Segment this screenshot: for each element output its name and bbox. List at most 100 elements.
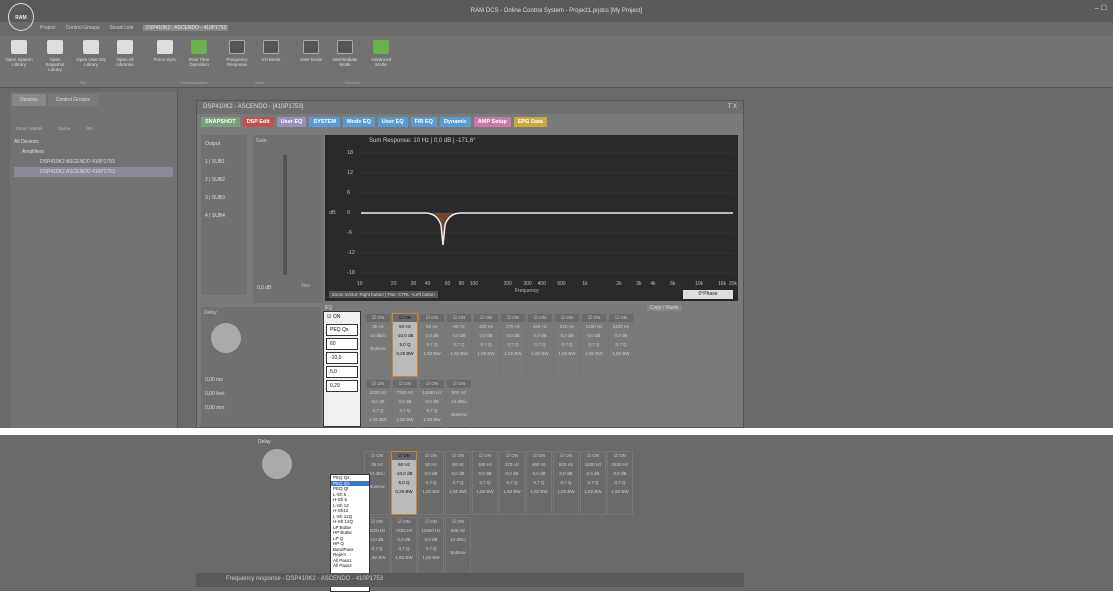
band-on-checkbox[interactable]: ☑ ON — [555, 314, 579, 322]
band-on-checkbox[interactable]: ☑ ON — [324, 312, 360, 322]
band-on-checkbox[interactable]: ☑ ON — [500, 452, 524, 460]
dsp-tab-5[interactable]: User EQ — [377, 117, 408, 127]
eq-band-6[interactable]: ☑ ON 270 Hz 0,0 dB 0,7 Q 1,92 BW — [500, 313, 526, 377]
delay-mm-value[interactable]: 0,00 — [205, 405, 215, 411]
delay-knob[interactable] — [211, 323, 241, 353]
band-on-checkbox[interactable]: ☑ ON — [420, 380, 444, 388]
phase-button[interactable]: 0°Phase — [683, 290, 733, 299]
delay-feet-value[interactable]: 0,00 — [205, 391, 215, 397]
band-on-checkbox[interactable]: ☑ ON — [366, 380, 390, 388]
eq-band-3[interactable]: ☑ ON 50 Hz 0,0 dB 0,7 Q 1,92 BW — [418, 451, 444, 515]
eq-band-9[interactable]: ☑ ON 1400 Hz 0,0 dB 0,7 Q 1,92 BW — [581, 313, 607, 377]
eq-band-13[interactable]: ☑ ON 12680 Hz 0,0 dB 0,7 Q 1,92 BW — [418, 517, 444, 581]
band-on-checkbox[interactable]: ☑ ON — [609, 314, 633, 322]
intermediate-mode-button[interactable]: Intermediate Mode — [330, 40, 360, 67]
vu-mode-button[interactable]: VU Mode — [256, 40, 286, 62]
tab-devices[interactable]: Devices — [12, 94, 46, 106]
tree-amplifiers[interactable]: Amplifiers — [14, 147, 173, 157]
dropdown-option[interactable]: All Pass2 — [331, 563, 369, 569]
tab-control-groups[interactable]: Control Groups — [47, 94, 98, 106]
menu-device-tab[interactable]: DSP410K2 - ASCENDO - 410P1753 — [143, 25, 229, 31]
dsp-tab-8[interactable]: AMP Setup — [473, 117, 511, 127]
output-3[interactable]: 3 | SUB3 — [201, 189, 247, 207]
eq-band-10[interactable]: ☑ ON 2430 Hz 0,0 dB 0,7 Q 1,92 BW — [607, 451, 633, 515]
band-on-checkbox[interactable]: ☑ ON — [447, 380, 471, 388]
q-input[interactable]: 5,0 — [326, 366, 358, 378]
eq-band-2[interactable]: ☑ ON 60 Hz -10,0 dB 5,0 Q 0,29 BW — [392, 313, 418, 377]
filter-type-select[interactable]: PEQ Qs — [326, 324, 358, 336]
eq-band-9[interactable]: ☑ ON 1400 Hz 0,0 dB 0,7 Q 1,92 BW — [580, 451, 606, 515]
delay-ms-value[interactable]: 0,00 — [205, 377, 215, 383]
force-sync-button[interactable]: Force Sync — [150, 40, 180, 62]
eq-band-8[interactable]: ☑ ON 810 Hz 0,0 dB 0,7 Q 1,92 BW — [553, 451, 579, 515]
eq-band-14[interactable]: ☑ ON 500 Hz 24 dB/o Butterw — [446, 379, 472, 428]
eq-band-4[interactable]: ☑ ON 90 Hz 0,0 dB 0,7 Q 1,92 BW — [446, 313, 472, 377]
frequency-response-button[interactable]: Frequency Response — [222, 40, 252, 67]
dsp-tab-4[interactable]: Mode EQ — [343, 117, 375, 127]
menu-smart-link[interactable]: Smart Link — [109, 25, 133, 31]
frequency-graph[interactable]: Sum Response: 10 Hz | 0,0 dB | -171,6° 1… — [325, 135, 738, 301]
delay-knob-2[interactable] — [262, 449, 292, 479]
open-system-library-button[interactable]: Open System Library — [4, 40, 34, 67]
dsp-tab-9[interactable]: EPG Data — [513, 117, 547, 127]
band-on-checkbox[interactable]: ☑ ON — [608, 452, 632, 460]
eq-band-14[interactable]: ☑ ON 500 Hz 24 dB/o Butterw — [445, 517, 471, 581]
output-4[interactable]: 4 | SUB4 — [201, 207, 247, 225]
eq-band-12[interactable]: ☑ ON 7320 Hz 0,0 dB 0,7 Q 1,92 BW — [392, 379, 418, 428]
freq-input[interactable]: 60 — [326, 338, 358, 350]
eq-band-11[interactable]: ☑ ON 4220 Hz 0,0 dB 0,7 Q 1,92 BW — [365, 379, 391, 428]
gain-slider[interactable] — [283, 155, 287, 275]
dsp-tab-1[interactable]: DSP Edit — [242, 117, 274, 127]
band-on-checkbox[interactable]: ☑ ON — [554, 452, 578, 460]
dsp-tab-7[interactable]: Dynamic — [439, 117, 471, 127]
band-on-checkbox[interactable]: ☑ ON — [393, 380, 417, 388]
eq-band-13[interactable]: ☑ ON 12680 Hz 0,0 dB 0,7 Q 1,92 BW — [419, 379, 445, 428]
dsp-tab-2[interactable]: User EQ — [276, 117, 307, 127]
gain-value[interactable]: 0,0 — [257, 285, 264, 291]
band-on-checkbox[interactable]: ☑ ON — [419, 452, 443, 460]
user-mode-button[interactable]: User Mode — [296, 40, 326, 62]
menu-project[interactable]: Project — [40, 25, 56, 31]
output-1[interactable]: 1 | SUB1 — [201, 153, 247, 171]
band-on-checkbox[interactable]: ☑ ON — [392, 452, 416, 460]
eq-band-4[interactable]: ☑ ON 90 Hz 0,0 dB 0,7 Q 1,92 BW — [445, 451, 471, 515]
band-on-checkbox[interactable]: ☑ ON — [447, 314, 471, 322]
band-on-checkbox[interactable]: ☑ ON — [366, 314, 390, 322]
dsp-tab-0[interactable]: SNAPSHOT — [201, 117, 240, 127]
eq-band-12[interactable]: ☑ ON 7320 Hz 0,0 dB 0,7 Q 1,92 BW — [391, 517, 417, 581]
window-controls[interactable]: – ☐ — [1095, 4, 1107, 12]
frequency-response-window-bar[interactable]: Frequency response - DSP410K2 - ASCENDO … — [196, 573, 744, 587]
band-on-checkbox[interactable]: ☑ ON — [501, 314, 525, 322]
output-2[interactable]: 2 | SUB2 — [201, 171, 247, 189]
dsp-tab-3[interactable]: SYSTEM — [309, 117, 341, 127]
band-on-checkbox[interactable]: ☑ ON — [473, 452, 497, 460]
eq-band-7[interactable]: ☑ ON 460 Hz 0,0 dB 0,7 Q 1,92 BW — [527, 313, 553, 377]
band-on-checkbox[interactable]: ☑ ON — [528, 314, 552, 322]
band-on-checkbox[interactable]: ☑ ON — [446, 452, 470, 460]
eq-band-7[interactable]: ☑ ON 460 Hz 0,0 dB 0,7 Q 1,92 BW — [526, 451, 552, 515]
panel-close-icon[interactable]: T X — [728, 104, 737, 110]
dsp-tab-6[interactable]: FIR EQ — [410, 117, 437, 127]
advanced-mode-button[interactable]: Advanced Mode — [366, 40, 396, 67]
band-on-checkbox[interactable]: ☑ ON — [420, 314, 444, 322]
eq-band-2[interactable]: ☑ ON 60 Hz -10,0 dB 5,0 Q 0,29 BW — [391, 451, 417, 515]
eq-band-3[interactable]: ☑ ON 50 Hz 0,0 dB 0,7 Q 1,92 BW — [419, 313, 445, 377]
band-on-checkbox[interactable]: ☑ ON — [527, 452, 551, 460]
open-user-eq-library-button[interactable]: Open User EQ Library — [76, 40, 106, 67]
eq-band-5[interactable]: ☑ ON 150 Hz 0,0 dB 0,7 Q 1,92 BW — [473, 313, 499, 377]
tree-device-2[interactable]: DSP410K2 ASCENDO 410P1753 — [14, 167, 173, 177]
band-on-checkbox[interactable]: ☑ ON — [392, 518, 416, 526]
menu-control-groups[interactable]: Control Groups — [66, 25, 100, 31]
eq-band-10[interactable]: ☑ ON 2430 Hz 0,0 dB 0,7 Q 1,92 BW — [608, 313, 634, 377]
gain-input[interactable]: -10,0 — [326, 352, 358, 364]
band-on-checkbox[interactable]: ☑ ON — [582, 314, 606, 322]
eq-band-1[interactable]: ☑ ON 35 Hz 24 dB/o Butterw — [365, 313, 391, 377]
band-on-checkbox[interactable]: ☑ ON — [419, 518, 443, 526]
tree-all-devices[interactable]: All Devices — [14, 137, 173, 147]
band-on-checkbox[interactable]: ☑ ON — [365, 452, 389, 460]
bw-input[interactable]: 0,29 — [326, 380, 358, 392]
tree-device-1[interactable]: DSP410K2 ASCENDO 410P1753 — [14, 157, 173, 167]
eq-band-6[interactable]: ☑ ON 270 Hz 0,0 dB 0,7 Q 1,92 BW — [499, 451, 525, 515]
band-on-checkbox[interactable]: ☑ ON — [393, 314, 417, 322]
eq-band-5[interactable]: ☑ ON 150 Hz 0,0 dB 0,7 Q 1,92 BW — [472, 451, 498, 515]
